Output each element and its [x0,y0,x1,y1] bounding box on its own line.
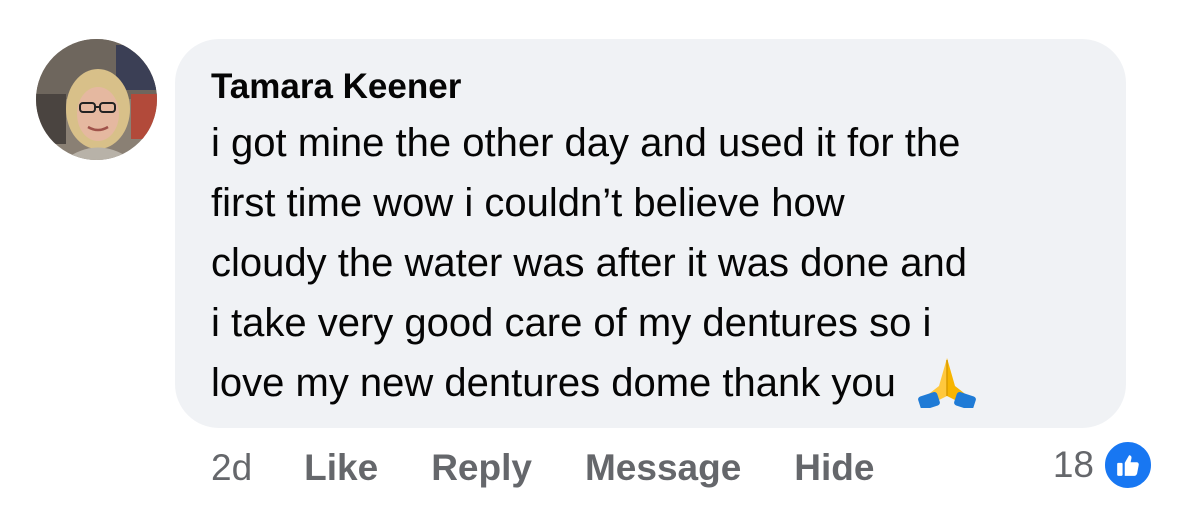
comment-bubble: Tamara Keener i got mine the other day a… [175,39,1126,428]
comment-timestamp[interactable]: 2d [211,447,252,489]
comment-line: first time wow i couldn’t believe how [211,181,845,225]
reaction-count: 18 [1052,444,1094,485]
reaction-summary[interactable]: 18 [1052,439,1154,491]
like-thumb-icon [1102,439,1154,491]
comment-line: love my new dentures dome thank you [211,361,896,405]
avatar-photo [36,39,157,160]
folded-hands-emoji-icon [918,358,976,408]
message-button[interactable]: Message [585,447,741,489]
like-button[interactable]: Like [304,447,378,489]
comment-line: i got mine the other day and used it for… [211,121,961,165]
comment-line: cloudy the water was after it was done a… [211,241,967,285]
comment-author[interactable]: Tamara Keener [211,67,461,107]
avatar[interactable] [36,39,157,160]
reply-button[interactable]: Reply [431,447,532,489]
comment-line: i take very good care of my dentures so … [211,301,932,345]
comment-actions: 2d Like Reply Message Hide [211,446,927,490]
comment-text: i got mine the other day and used it for… [211,113,1111,413]
hide-button[interactable]: Hide [794,447,874,489]
